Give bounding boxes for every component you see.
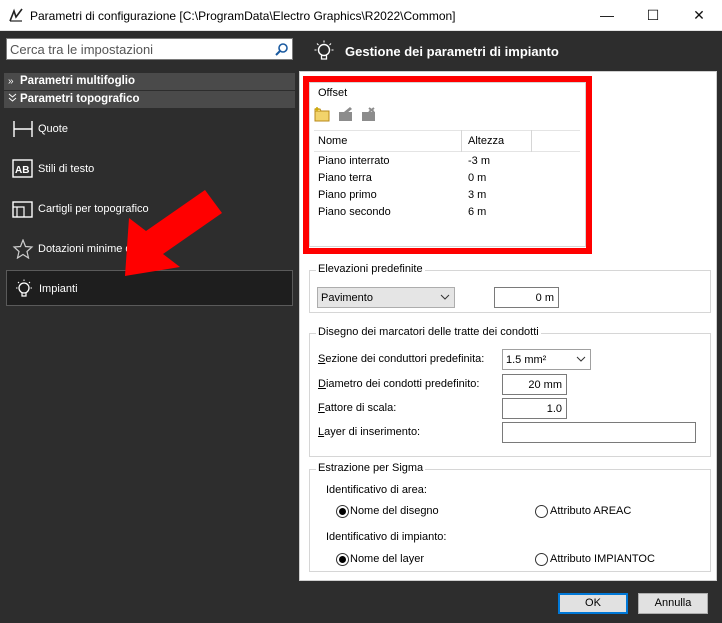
sidebar-item-cartigli[interactable]: Cartigli per topografico [6,191,293,227]
search-icon[interactable] [274,42,289,57]
cancel-button[interactable]: Annulla [638,593,708,614]
app-icon [9,8,23,22]
elevation-type-value: Pavimento [321,292,373,304]
lightbulb-icon [314,40,334,60]
plant-option-attribute-radio[interactable] [535,553,548,566]
sigma-title: Estrazione per Sigma [316,462,426,474]
area-option-drawing-label[interactable]: Nome del disegno [350,505,439,517]
search-placeholder: Cerca tra le impostazioni [10,42,154,57]
section-select[interactable]: 1.5 mm² [502,349,591,370]
close-button[interactable]: ✕ [676,0,722,31]
elevation-type-select[interactable]: Pavimento [317,287,455,308]
area-option-attribute-label[interactable]: Attributo AREAC [550,505,631,517]
group-parametri-multifoglio[interactable]: » Parametri multifoglio [4,73,295,90]
sidebar-item-impianti[interactable]: Impianti [6,270,293,306]
panel-title: Gestione dei parametri di impianto [345,44,559,59]
area-label: Identificativo di area: [326,484,427,496]
sidebar-item-label: Stili di testo [38,163,95,175]
sidebar-item-dotazioni[interactable]: Dotazioni minime d'im [6,231,293,267]
title-bar: Parametri di configurazione [C:\ProgramD… [0,0,722,31]
sidebar-item-quote[interactable]: Quote [6,111,293,147]
plant-option-attribute-label[interactable]: Attributo IMPIANTOC [550,553,655,565]
layer-label: Layer di inserimento: [318,426,421,438]
minimize-button[interactable]: — [584,0,630,31]
chevron-down-icon [576,356,586,362]
maximize-button[interactable]: ☐ [630,0,676,31]
star-icon [12,239,34,259]
text-style-icon: AB [12,159,33,178]
scale-label: Fattore di scala: [318,402,397,414]
elevations-title: Elevazioni predefinite [316,263,425,275]
sidebar: Cerca tra le impostazioni » Parametri mu… [0,31,299,623]
scrollbar[interactable] [717,71,722,581]
group-label: Parametri multifoglio [20,75,136,87]
ok-button[interactable]: OK [558,593,628,614]
window-title: Parametri di configurazione [C:\ProgramD… [30,9,456,23]
scale-value: 1.0 [546,403,562,415]
sidebar-item-label: Impianti [39,283,78,295]
scale-field[interactable]: 1.0 [502,398,567,419]
diameter-value: 20 mm [528,379,562,391]
section-value: 1.5 mm² [506,354,547,366]
plant-label: Identificativo di impianto: [326,531,447,543]
title-block-icon [12,201,33,218]
plant-option-layer-label[interactable]: Nome del layer [350,553,424,565]
diameter-label: Diametro dei condotti predefinito: [318,378,480,390]
sidebar-item-label: Dotazioni minime d'im [38,243,146,255]
chevron-down-icon [440,294,450,300]
sidebar-item-label: Quote [38,123,68,135]
dimension-icon [13,121,33,137]
diameter-field[interactable]: 20 mm [502,374,567,395]
group-parametri-topografico[interactable]: Parametri topografico [4,91,295,108]
highlight-box [303,76,592,254]
svg-text:AB: AB [15,165,29,176]
plant-option-layer-radio[interactable] [336,553,349,566]
layer-field[interactable] [502,422,696,443]
group-label: Parametri topografico [20,93,140,105]
search-input[interactable]: Cerca tra le impostazioni [6,38,293,60]
markers-title: Disegno dei marcatori delle tratte dei c… [316,326,541,338]
sidebar-item-stili-di-testo[interactable]: AB Stili di testo [6,151,293,187]
lightbulb-icon [16,279,32,297]
chevron-right-icon: » [8,76,14,87]
sidebar-item-label: Cartigli per topografico [38,203,149,215]
area-option-drawing-radio[interactable] [336,505,349,518]
elevation-value-field[interactable]: 0 m [494,287,559,308]
area-option-attribute-radio[interactable] [535,505,548,518]
chevron-down-icon [8,91,17,108]
panel-header: Gestione dei parametri di impianto [299,31,722,71]
section-label: Sezione dei conduttori predefinita: [318,353,485,365]
elevation-value: 0 m [535,292,554,304]
